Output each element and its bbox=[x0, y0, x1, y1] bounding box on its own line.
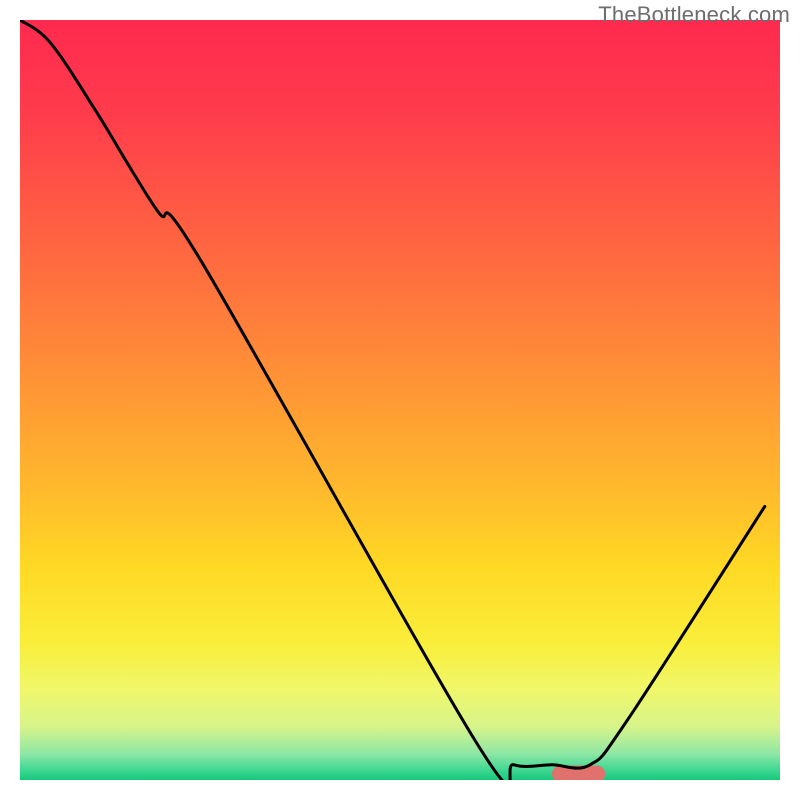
bottleneck-heat-chart: TheBottleneck.com bbox=[0, 0, 800, 800]
chart-svg bbox=[20, 20, 780, 780]
watermark-label: TheBottleneck.com bbox=[598, 2, 790, 28]
plot-area bbox=[20, 20, 780, 780]
chart-background bbox=[20, 20, 780, 780]
